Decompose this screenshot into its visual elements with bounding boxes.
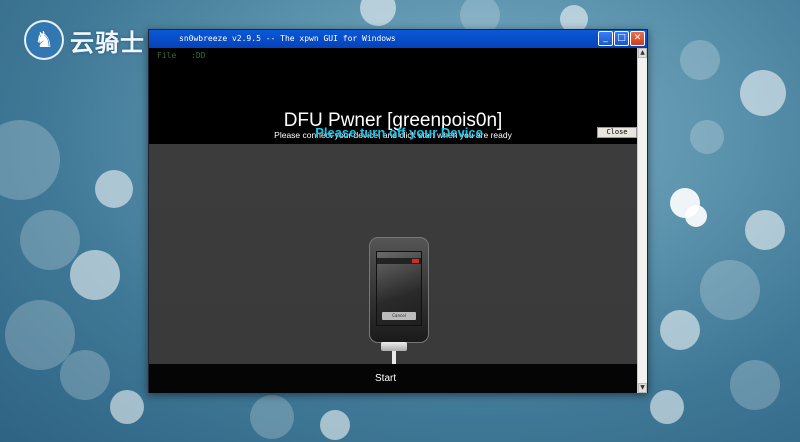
menu-file[interactable]: File (157, 51, 176, 60)
vertical-scrollbar[interactable]: ▲ ▼ (637, 48, 647, 393)
start-button[interactable]: Start (375, 373, 396, 384)
bokeh-light (320, 410, 350, 440)
dock-connector (381, 342, 407, 351)
status-text: Please turn off your Device (315, 125, 483, 140)
close-button[interactable]: Close (597, 127, 637, 138)
bokeh-light (250, 395, 294, 439)
bokeh-light (95, 170, 133, 208)
bokeh-light (700, 260, 760, 320)
device-power-indicator (412, 259, 419, 263)
watermark: ♞ 云骑士 (24, 20, 145, 60)
menu-extra[interactable]: :DD (191, 51, 205, 60)
device-icon: Cancel (369, 237, 429, 343)
bokeh-light (0, 120, 60, 200)
window-controls: _ □ ✕ (598, 31, 645, 46)
maximize-button[interactable]: □ (614, 31, 629, 46)
device-screen: Cancel (376, 251, 422, 326)
bokeh-light (70, 250, 120, 300)
menu-bar: File :DD (157, 51, 206, 60)
app-client-area: File :DD DFU Pwner [greenpois0n] Please … (149, 48, 637, 393)
bokeh-light (690, 120, 724, 154)
bokeh-light (730, 360, 780, 410)
scroll-down-icon[interactable]: ▼ (638, 383, 647, 393)
scroll-up-icon[interactable]: ▲ (638, 48, 647, 58)
bokeh-light (110, 390, 144, 424)
bokeh-light (60, 350, 110, 400)
bokeh-light (360, 0, 396, 26)
bokeh-light (660, 310, 700, 350)
bokeh-light (745, 210, 785, 250)
app-window: sn0wbreeze v2.9.5 -- The xpwn GUI for Wi… (148, 29, 648, 393)
device-status-bar (377, 258, 421, 264)
knight-logo-icon: ♞ (24, 20, 64, 60)
window-titlebar[interactable]: sn0wbreeze v2.9.5 -- The xpwn GUI for Wi… (149, 30, 647, 48)
bokeh-light (650, 390, 684, 424)
close-window-button[interactable]: ✕ (630, 31, 645, 46)
device-slider: Cancel (382, 312, 416, 320)
bokeh-light (680, 40, 720, 80)
bokeh-light (20, 210, 80, 270)
minimize-button[interactable]: _ (598, 31, 613, 46)
bokeh-light (685, 205, 707, 227)
window-title: sn0wbreeze v2.9.5 -- The xpwn GUI for Wi… (179, 34, 396, 43)
watermark-text: 云骑士 (70, 28, 145, 57)
bokeh-light (740, 70, 786, 116)
